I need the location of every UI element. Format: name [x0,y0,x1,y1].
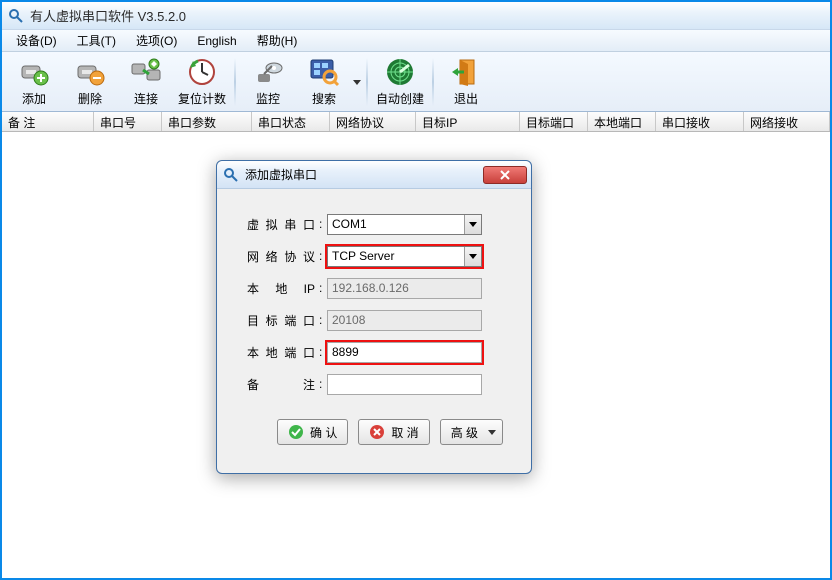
col-net-proto[interactable]: 网络协议 [330,112,416,131]
delete-icon [74,56,106,88]
tool-reset[interactable]: 复位计数 [174,54,230,110]
tool-exit[interactable]: 退出 [438,54,494,110]
toolbar: 添加 删除 连接 [2,52,830,112]
cancel-icon [369,424,385,440]
cancel-button[interactable]: 取 消 [358,419,429,445]
toolbar-separator [234,58,236,106]
menu-english[interactable]: English [189,32,244,50]
dialog-title: 添加虚拟串口 [245,166,483,183]
combo-network-protocol[interactable]: TCP Server [327,246,482,267]
col-net-recv[interactable]: 网络接收 [744,112,830,131]
input-local-ip: 192.168.0.126 [327,278,482,299]
tool-delete-label: 删除 [78,90,102,107]
monitor-icon [252,56,284,88]
dialog-close-button[interactable] [483,166,527,184]
tool-search[interactable]: 搜索 [296,54,352,110]
chevron-down-icon [488,425,496,439]
toolbar-separator [432,58,434,106]
tool-search-dropdown[interactable] [352,54,362,110]
col-com-params[interactable]: 串口参数 [162,112,252,131]
check-icon [288,424,304,440]
autocreate-icon [384,56,416,88]
titlebar: 有人虚拟串口软件 V3.5.2.0 [2,2,830,30]
chevron-down-icon [464,215,481,234]
tool-add-label: 添加 [22,90,46,107]
column-headers: 备 注 串口号 串口参数 串口状态 网络协议 目标IP 目标端口 本地端口 串口… [2,112,830,132]
ok-button[interactable]: 确 认 [277,419,348,445]
input-local-port-value: 8899 [332,345,359,359]
label-net-proto: 网络协议 [247,248,319,265]
tool-connect[interactable]: 连接 [118,54,174,110]
dialog-titlebar[interactable]: 添加虚拟串口 [217,161,531,189]
input-local-ip-value: 192.168.0.126 [332,281,409,295]
col-target-port[interactable]: 目标端口 [520,112,588,131]
advanced-button-label: 高 级 [451,424,478,441]
dialog-icon [223,167,239,183]
search-icon [308,56,340,88]
col-com-no[interactable]: 串口号 [94,112,162,131]
col-target-ip[interactable]: 目标IP [416,112,520,131]
input-remark[interactable] [327,374,482,395]
tool-add[interactable]: 添加 [6,54,62,110]
col-com-recv[interactable]: 串口接收 [656,112,744,131]
toolbar-separator [366,58,368,106]
tool-delete[interactable]: 删除 [62,54,118,110]
add-virtual-com-dialog: 添加虚拟串口 虚拟串口: COM1 网络协议: TCP Server [216,160,532,474]
label-target-port: 目标端口 [247,312,319,329]
label-remark: 备 注 [247,376,319,393]
combo-virtual-com-value: COM1 [328,217,464,231]
input-local-port[interactable]: 8899 [327,342,482,363]
label-local-port: 本地端口 [247,344,319,361]
tool-exit-label: 退出 [454,90,478,107]
col-com-state[interactable]: 串口状态 [252,112,330,131]
tool-search-label: 搜索 [312,90,336,107]
tool-monitor[interactable]: 监控 [240,54,296,110]
combo-virtual-com[interactable]: COM1 [327,214,482,235]
connect-icon [130,56,162,88]
tool-monitor-label: 监控 [256,90,280,107]
menu-device[interactable]: 设备(D) [8,30,65,51]
app-title: 有人虚拟串口软件 V3.5.2.0 [30,6,186,25]
advanced-button[interactable]: 高 级 [440,419,503,445]
col-remark[interactable]: 备 注 [2,112,94,131]
chevron-down-icon [464,247,481,266]
reset-icon [186,56,218,88]
ok-button-label: 确 认 [310,424,337,441]
label-local-ip: 本地IP [247,280,319,297]
add-icon [18,56,50,88]
input-target-port-value: 20108 [332,313,365,327]
menu-help[interactable]: 帮助(H) [249,30,306,51]
menu-tools[interactable]: 工具(T) [69,30,124,51]
cancel-button-label: 取 消 [391,424,418,441]
dialog-body: 虚拟串口: COM1 网络协议: TCP Server 本地IP: [217,189,531,459]
combo-network-protocol-value: TCP Server [328,249,464,263]
exit-icon [450,56,482,88]
col-local-port[interactable]: 本地端口 [588,112,656,131]
input-target-port: 20108 [327,310,482,331]
menubar: 设备(D) 工具(T) 选项(O) English 帮助(H) [2,30,830,52]
label-vcom: 虚拟串口 [247,216,319,233]
app-icon [8,8,24,24]
menu-options[interactable]: 选项(O) [128,30,185,51]
tool-connect-label: 连接 [134,90,158,107]
tool-autocreate[interactable]: 自动创建 [372,54,428,110]
tool-reset-label: 复位计数 [178,90,226,107]
tool-autocreate-label: 自动创建 [376,90,424,107]
dialog-buttons: 确 认 取 消 高 级 [247,415,509,445]
